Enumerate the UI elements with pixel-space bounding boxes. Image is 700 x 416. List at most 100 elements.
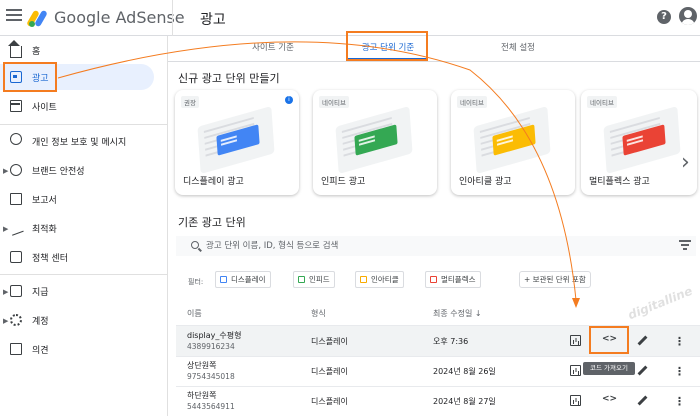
- tab-bar: 사이트 기준 광고 단위 기준 전체 설정: [168, 36, 700, 62]
- search-input[interactable]: 광고 단위 이름, ID, 형식 등으로 검색: [206, 239, 338, 251]
- sidebar-item-reports[interactable]: 보고서: [0, 186, 168, 212]
- chevron-right-icon[interactable]: ›: [681, 150, 690, 175]
- card-tag: 네이티브: [457, 96, 487, 108]
- sidebar-item-sites[interactable]: 사이트: [0, 93, 168, 119]
- privacy-icon: [10, 133, 22, 145]
- infeed-ad-card[interactable]: 네이티브 인피드 광고: [313, 90, 437, 195]
- ad-unit-name[interactable]: 하단원쪽: [187, 390, 216, 401]
- display-format-icon: [220, 276, 227, 283]
- adsense-logo[interactable]: Google AdSense: [26, 8, 185, 27]
- feedback-icon: [10, 343, 22, 355]
- card-label: 인피드 광고: [321, 177, 366, 187]
- ad-unit-type: 디스플레이: [311, 337, 348, 346]
- ad-unit-modified: 2024년 8월 26일: [433, 367, 496, 376]
- ad-unit-name[interactable]: 상단원쪽: [187, 360, 216, 371]
- filter-icon[interactable]: [679, 240, 691, 250]
- filter-chip-inarticle[interactable]: 인아티클: [355, 271, 404, 288]
- multiplex-format-icon: [430, 276, 437, 283]
- tab-global-settings[interactable]: 전체 설정: [463, 36, 573, 62]
- more-vert-icon[interactable]: ⋮: [674, 396, 685, 407]
- multiplex-ad-card[interactable]: 네이티브 멀티플렉스 광고: [581, 90, 697, 195]
- sidebar-item-privacy[interactable]: 개인 정보 보호 및 메시지: [0, 128, 168, 154]
- sidebar-item-label: 의견: [32, 345, 49, 356]
- more-vert-icon[interactable]: ⋮: [674, 336, 685, 347]
- ad-unit-id: 5443564911: [187, 402, 235, 411]
- highlight-box-ads: [3, 62, 57, 92]
- sidebar-item-label: 개인 정보 보호 및 메시지: [32, 137, 127, 148]
- sidebar-item-payments[interactable]: 지급: [0, 278, 168, 304]
- table-divider: [176, 356, 700, 357]
- more-vert-icon[interactable]: ⋮: [674, 366, 685, 377]
- help-icon[interactable]: ?: [657, 10, 671, 24]
- create-section-title: 신규 광고 단위 만들기: [178, 72, 280, 85]
- sidebar-divider: [0, 124, 168, 125]
- tab-by-site[interactable]: 사이트 기준: [218, 36, 328, 62]
- ad-unit-type: 디스플레이: [311, 367, 348, 376]
- adsense-logo-icon: [26, 9, 48, 27]
- edit-pencil-icon[interactable]: [637, 395, 648, 406]
- column-header-name: 이름: [187, 309, 202, 318]
- sidebar-item-label: 홈: [32, 46, 41, 57]
- sidebar-divider: [0, 274, 168, 275]
- chip-label: 인아티클: [371, 275, 399, 284]
- inarticle-format-icon: [360, 276, 367, 283]
- chip-label: 인피드: [309, 275, 330, 284]
- ad-unit-id: 9754345018: [187, 372, 235, 381]
- report-chart-icon[interactable]: [570, 395, 581, 406]
- sidebar-item-brand-safety[interactable]: 브랜드 안전성: [0, 157, 168, 183]
- column-header-modified[interactable]: 최종 수정일 ↓: [433, 308, 482, 319]
- card-label: 디스플레이 광고: [183, 177, 244, 187]
- home-icon: [8, 40, 22, 58]
- highlight-box-tab: [346, 31, 428, 61]
- sidebar-item-label: 정책 센터: [32, 253, 68, 264]
- get-code-tooltip: 코드 가져오기: [583, 362, 635, 375]
- sidebar-item-label: 최적화: [32, 224, 57, 235]
- report-chart-icon[interactable]: [570, 335, 581, 346]
- filter-chip-display[interactable]: 디스플레이: [215, 271, 271, 288]
- ad-unit-id: 4389916234: [187, 342, 235, 351]
- report-icon: [10, 193, 22, 205]
- page-title: 광고: [200, 12, 226, 28]
- existing-section-title: 기존 광고 단위: [178, 216, 246, 229]
- display-ad-card[interactable]: 권장 i 디스플레이 광고: [175, 90, 299, 195]
- report-chart-icon[interactable]: [570, 365, 581, 376]
- ad-unit-name[interactable]: display_수평형: [187, 330, 242, 341]
- ad-unit-type: 디스플레이: [311, 397, 348, 406]
- card-label: 멀티플렉스 광고: [589, 177, 650, 187]
- filter-chip-infeed[interactable]: 인피드: [293, 271, 335, 288]
- inarticle-ad-card[interactable]: 네이티브 인아티클 광고: [451, 90, 575, 195]
- sidebar-item-label: 보고서: [32, 195, 57, 206]
- column-header-type: 형식: [311, 309, 326, 318]
- menu-icon[interactable]: [6, 9, 22, 25]
- sidebar-item-policy[interactable]: 정책 센터: [0, 244, 168, 270]
- sidebar-item-optimize[interactable]: 최적화: [0, 215, 168, 241]
- ad-unit-modified: 2024년 8월 27일: [433, 397, 496, 406]
- filter-label: 필터:: [188, 278, 204, 286]
- gear-icon: [10, 314, 22, 326]
- brand-safety-icon: [10, 164, 22, 176]
- card-label: 인아티클 광고: [459, 177, 512, 187]
- sidebar: 홈 광고 사이트 개인 정보 보호 및 메시지 ▶ 브랜드 안전성 보고서 ▶ …: [0, 36, 168, 416]
- highlight-box-get-code: [589, 326, 629, 354]
- get-code-icon[interactable]: <>: [602, 394, 617, 404]
- sidebar-item-home[interactable]: 홈: [0, 37, 168, 63]
- ad-unit-modified: 오후 7:36: [433, 337, 469, 346]
- infeed-format-icon: [298, 276, 305, 283]
- search-icon: [191, 241, 199, 249]
- edit-pencil-icon[interactable]: [637, 365, 648, 376]
- info-icon[interactable]: i: [285, 96, 293, 104]
- sidebar-item-label: 사이트: [32, 102, 57, 113]
- sidebar-item-account[interactable]: 계정: [0, 307, 168, 333]
- sidebar-item-feedback[interactable]: 의견: [0, 336, 168, 362]
- sidebar-item-label: 브랜드 안전성: [32, 166, 85, 177]
- policy-icon: [10, 251, 22, 263]
- card-tag: 네이티브: [587, 96, 617, 108]
- include-archived-button[interactable]: + 보관된 단위 포함: [519, 271, 591, 288]
- optimize-icon: [8, 220, 24, 236]
- watermark: digitalline: [625, 283, 695, 323]
- card-tag: 권장: [181, 96, 199, 108]
- payments-icon: [10, 285, 22, 297]
- avatar[interactable]: [679, 7, 697, 25]
- filter-chip-multiplex[interactable]: 멀티플렉스: [425, 271, 481, 288]
- logo-text: Google AdSense: [54, 8, 185, 27]
